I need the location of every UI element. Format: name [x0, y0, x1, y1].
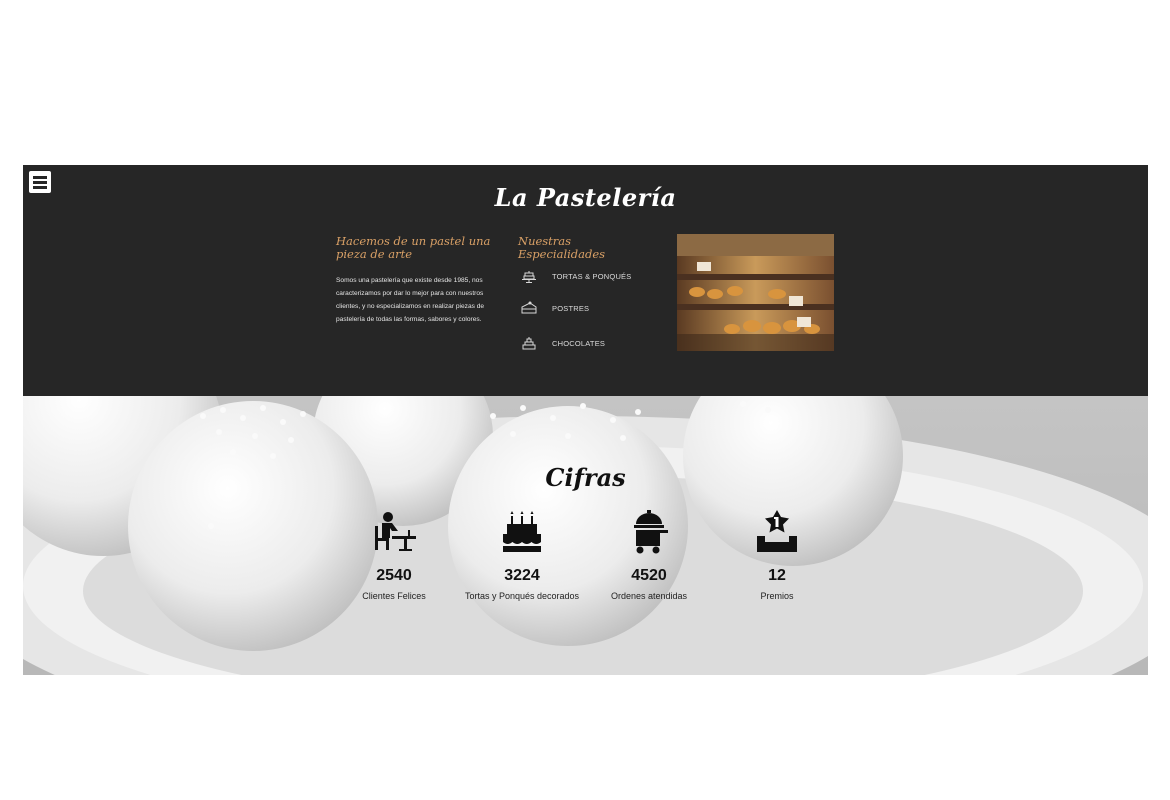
stat-premios: 12 Premios — [712, 508, 842, 601]
stat-label: Tortas y Ponqués decorados — [464, 591, 580, 601]
birthday-cake-icon — [503, 511, 541, 552]
specialty-label: POSTRES — [552, 303, 590, 313]
stat-clientes: 2540 Clientes Felices — [329, 508, 459, 601]
layer-cake-icon — [522, 337, 536, 350]
specialty-item-chocolates[interactable]: CHOCOLATES — [520, 333, 605, 353]
stat-tortas: 3224 Tortas y Ponqués decorados — [457, 508, 587, 601]
stat-value: 3224 — [504, 567, 540, 584]
specialty-item-tortas[interactable]: TORTAS & PONQUÉS — [520, 266, 631, 286]
stats-section: Cifras 2540 Clientes Felices 3224 Tortas… — [23, 396, 1148, 675]
stat-value: 2540 — [376, 567, 412, 584]
specialties-title: Nuestras Especialidades — [518, 234, 606, 261]
cake-slice-icon — [521, 301, 537, 314]
stat-ordenes: 4520 Ordenes atendidas — [584, 508, 714, 601]
stat-value: 12 — [768, 567, 786, 584]
stats-title: Cifras — [545, 463, 626, 492]
bakery-display-photo — [677, 234, 834, 351]
room-service-cart-icon — [634, 510, 668, 554]
stat-label: Ordenes atendidas — [610, 591, 688, 601]
page-frame: La Pastelería Hacemos de un pastel una p… — [23, 165, 1148, 675]
about-text: Somos una pastelería que existe desde 19… — [336, 277, 485, 323]
stat-label: Premios — [760, 591, 794, 601]
about-section: La Pastelería Hacemos de un pastel una p… — [23, 165, 1148, 396]
specialty-label: CHOCOLATES — [552, 338, 606, 348]
about-title: Hacemos de un pastel una pieza de arte — [336, 234, 491, 261]
stat-value: 4520 — [631, 567, 667, 584]
brand-title: La Pastelería — [494, 183, 677, 212]
stat-label: Clientes Felices — [362, 591, 426, 601]
customer-at-table-icon — [375, 512, 416, 551]
award-podium-icon — [757, 510, 797, 552]
specialty-label: TORTAS & PONQUÉS — [552, 271, 632, 281]
specialty-item-postres[interactable]: POSTRES — [520, 298, 589, 318]
cake-stand-icon — [522, 271, 536, 283]
